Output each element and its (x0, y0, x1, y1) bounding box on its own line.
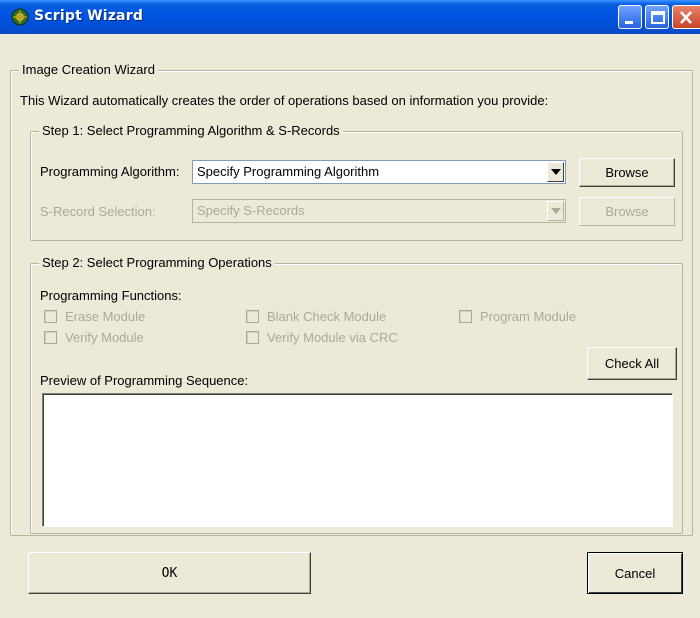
checkbox-box[interactable] (44, 310, 57, 323)
srecord-browse-button[interactable]: Browse (579, 197, 675, 226)
close-icon (680, 11, 692, 24)
srecord-combobox-value: Specify S-Records (197, 203, 305, 218)
ok-button[interactable]: OK (28, 552, 311, 594)
algorithm-combobox-value: Specify Programming Algorithm (197, 164, 380, 179)
algorithm-label: Programming Algorithm: (40, 164, 180, 179)
minimize-button[interactable] (618, 5, 642, 29)
script-wizard-window: Script Wizard Image Creation Wizard This… (0, 0, 700, 618)
maximize-icon (651, 11, 665, 24)
verify-module-crc-label: Verify Module via CRC (267, 330, 398, 345)
program-module-label: Program Module (480, 309, 577, 324)
blank-check-module-label: Blank Check Module (267, 309, 387, 324)
check-all-button[interactable]: Check All (587, 347, 677, 380)
erase-module-checkbox[interactable]: Erase Module (44, 309, 145, 324)
srecord-combobox[interactable]: Specify S-Records (192, 199, 566, 223)
srecord-dropdown-button[interactable] (547, 201, 564, 221)
cancel-button[interactable]: Cancel (587, 552, 683, 594)
maximize-button[interactable] (645, 5, 669, 29)
title-bar[interactable]: Script Wizard (0, 0, 700, 34)
step1-legend: Step 1: Select Programming Algorithm & S… (39, 123, 343, 138)
step2-legend: Step 2: Select Programming Operations (39, 255, 275, 270)
preview-label: Preview of Programming Sequence: (40, 373, 249, 388)
erase-module-label: Erase Module (65, 309, 146, 324)
algorithm-dropdown-button[interactable] (547, 162, 564, 182)
minimize-icon (625, 21, 633, 24)
programming-functions-label: Programming Functions: (40, 288, 182, 303)
checkbox-box[interactable] (246, 310, 259, 323)
algorithm-browse-button[interactable]: Browse (579, 158, 675, 187)
close-button[interactable] (672, 5, 700, 29)
wizard-app-icon (10, 7, 30, 27)
preview-sequence-box[interactable] (42, 393, 673, 527)
verify-module-crc-checkbox[interactable]: Verify Module via CRC (246, 330, 398, 345)
image-creation-wizard-legend: Image Creation Wizard (19, 62, 158, 77)
chevron-down-icon (551, 208, 561, 214)
blank-check-module-checkbox[interactable]: Blank Check Module (246, 309, 386, 324)
checkbox-box[interactable] (44, 331, 57, 344)
verify-module-label: Verify Module (65, 330, 144, 345)
chevron-down-icon (551, 169, 561, 175)
srecord-label: S-Record Selection: (40, 204, 156, 219)
wizard-intro-text: This Wizard automatically creates the or… (20, 93, 549, 108)
window-title: Script Wizard (34, 8, 144, 24)
verify-module-checkbox[interactable]: Verify Module (44, 330, 144, 345)
program-module-checkbox[interactable]: Program Module (459, 309, 576, 324)
algorithm-combobox[interactable]: Specify Programming Algorithm (192, 160, 566, 184)
checkbox-box[interactable] (459, 310, 472, 323)
checkbox-box[interactable] (246, 331, 259, 344)
